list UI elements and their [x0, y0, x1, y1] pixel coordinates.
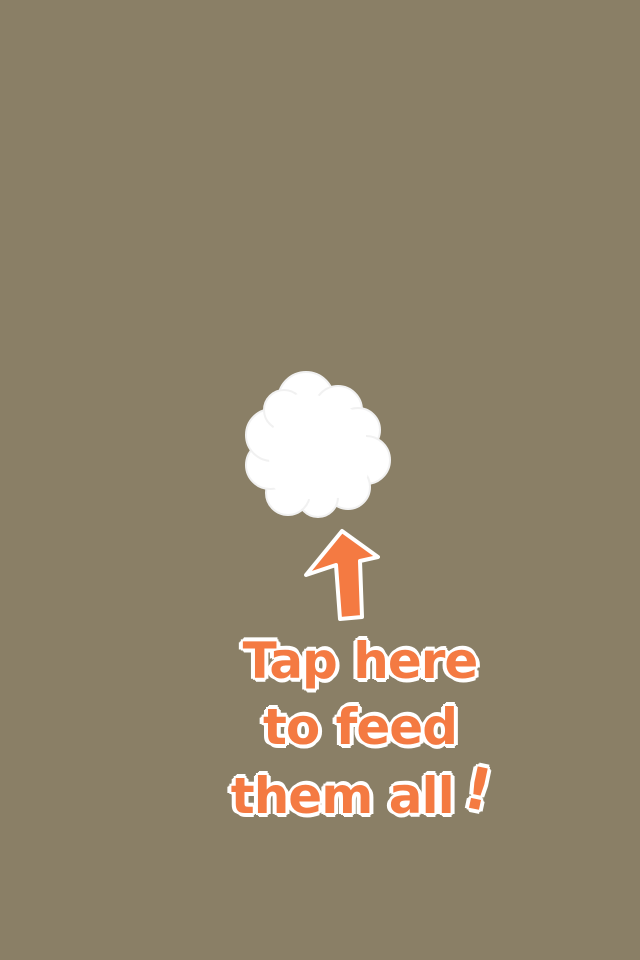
- hint-line-3-text: them all: [230, 766, 456, 826]
- game-screen[interactable]: Tap here to feed them all!: [0, 0, 640, 960]
- food-pile-button[interactable]: [236, 365, 398, 525]
- food-pile-icon: [245, 371, 391, 518]
- hint-line-2: to feed: [262, 697, 459, 757]
- hint-line-3: them all!: [210, 752, 510, 829]
- tutorial-hint: Tap here to feed them all!: [210, 628, 510, 829]
- exclamation-mark: !: [457, 752, 498, 826]
- hint-line-1: Tap here: [242, 631, 480, 691]
- arrow-up-icon: [304, 529, 380, 621]
